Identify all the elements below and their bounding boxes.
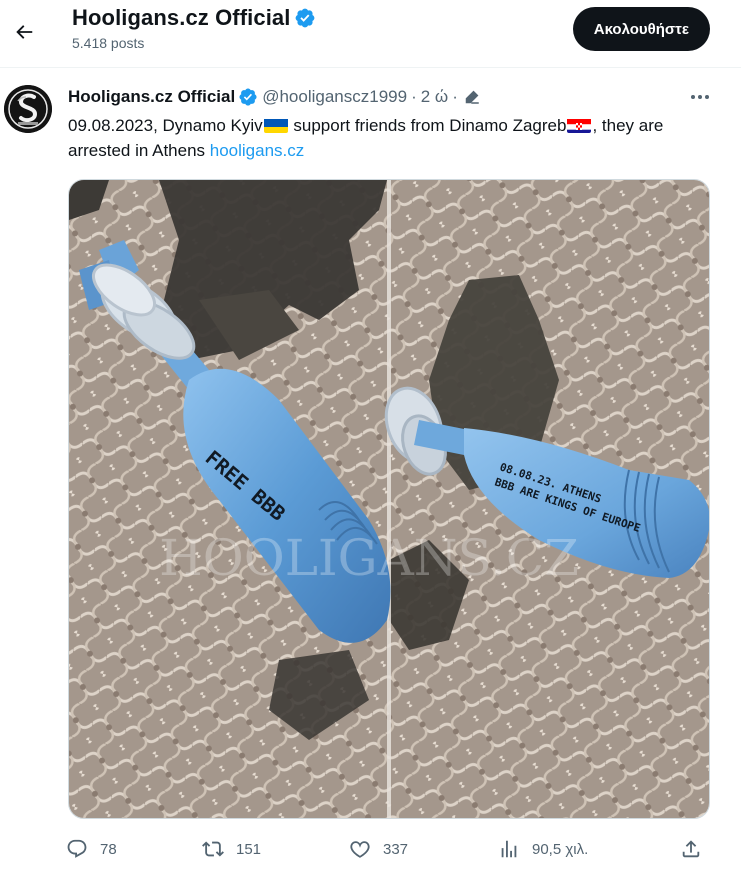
tweet-text: 09.08.2023, Dynamo Kyiv support friends … bbox=[68, 113, 718, 163]
meta-separator: · bbox=[411, 87, 417, 106]
tweet-header: Hooligans.cz Official @hooliganscz1999 ·… bbox=[68, 85, 481, 109]
verified-badge-icon bbox=[296, 8, 315, 28]
watermark: HOOLIGANS.CZ bbox=[159, 529, 579, 587]
header-name: Hooligans.cz Official bbox=[72, 5, 291, 30]
repost-button[interactable]: 151 bbox=[202, 833, 261, 865]
like-button[interactable]: 337 bbox=[349, 833, 408, 865]
tweet-text-part2: support friends from Dinamo Zagreb bbox=[288, 116, 567, 135]
share-button[interactable] bbox=[680, 833, 702, 865]
like-icon bbox=[350, 841, 370, 858]
back-arrow-icon bbox=[16, 25, 33, 39]
verified-badge-icon bbox=[239, 88, 257, 106]
meta-separator: · bbox=[452, 87, 458, 106]
author-name[interactable]: Hooligans.cz Official bbox=[68, 85, 235, 109]
more-dots-icon bbox=[691, 95, 709, 99]
tweet-media-image[interactable]: FREE BBB 08.08.23. ATHENS BBB ARE KINGS … bbox=[68, 179, 710, 819]
reply-icon bbox=[67, 839, 87, 858]
croatia-flag-icon bbox=[567, 117, 592, 133]
avatar-logo-icon bbox=[4, 85, 52, 133]
posts-count: 5.418 posts bbox=[72, 35, 145, 51]
views-button[interactable]: 90,5 χιλ. bbox=[498, 833, 588, 865]
repost-count: 151 bbox=[236, 840, 262, 858]
reply-count: 78 bbox=[100, 840, 117, 858]
views-icon bbox=[501, 840, 517, 858]
tweet-time[interactable]: 2 ώ bbox=[421, 85, 448, 109]
ukraine-flag-icon bbox=[263, 117, 288, 133]
header-title: Hooligans.cz Official bbox=[72, 4, 316, 32]
header-title-block: Hooligans.cz Official 5.418 posts bbox=[72, 4, 316, 52]
share-icon bbox=[682, 840, 700, 858]
views-count: 90,5 χιλ. bbox=[532, 840, 589, 858]
edit-pencil-icon[interactable] bbox=[463, 88, 481, 106]
profile-header: Hooligans.cz Official 5.418 posts Ακολου… bbox=[0, 0, 741, 68]
tweet-link[interactable]: hooligans.cz bbox=[210, 141, 305, 160]
reply-button[interactable]: 78 bbox=[66, 833, 117, 865]
repost-icon bbox=[202, 841, 224, 857]
like-count: 337 bbox=[383, 840, 409, 858]
tweet-text-part1: 09.08.2023, Dynamo Kyiv bbox=[68, 116, 263, 135]
tweet[interactable]: Hooligans.cz Official @hooliganscz1999 ·… bbox=[0, 69, 741, 873]
avatar[interactable] bbox=[4, 85, 52, 133]
back-button[interactable] bbox=[4, 12, 44, 52]
author-handle[interactable]: @hooliganscz1999 bbox=[262, 85, 407, 109]
tweet-actions: 78 151 337 90,5 χιλ. bbox=[66, 833, 714, 865]
more-options-button[interactable] bbox=[689, 87, 711, 107]
follow-button[interactable]: Ακολουθήστε bbox=[572, 7, 710, 51]
